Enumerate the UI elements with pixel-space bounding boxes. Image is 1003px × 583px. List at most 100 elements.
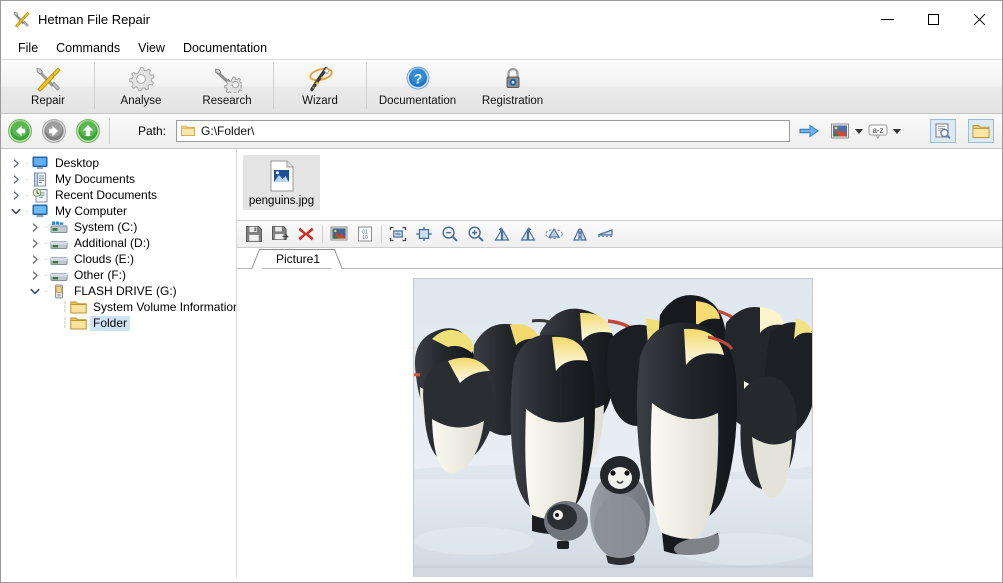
actual-size-button[interactable]	[411, 223, 437, 245]
system-drive-icon	[50, 219, 68, 235]
path-input[interactable]: G:\Folder\	[176, 120, 790, 142]
hex-view-button[interactable]: 01 10	[352, 223, 378, 245]
back-button[interactable]	[5, 116, 35, 146]
toolbar-documentation-button[interactable]: ? Documentation	[370, 60, 465, 111]
folder-tree[interactable]: ·Desktop·My Documents·Recent Documents·M…	[1, 149, 237, 577]
tree-item-recent-documents[interactable]: ·Recent Documents	[1, 187, 236, 203]
window-title: Hetman File Repair	[38, 12, 150, 27]
tab-picture1-label: Picture1	[276, 252, 320, 266]
rotate-right-icon	[519, 226, 537, 242]
menu-file[interactable]: File	[9, 38, 47, 58]
tree-item-folder[interactable]: ┆Folder	[1, 315, 236, 331]
close-button[interactable]	[956, 1, 1002, 37]
chevron-right-icon[interactable]	[28, 219, 42, 235]
chevron-right-icon[interactable]	[28, 251, 42, 267]
rotate-left-button[interactable]	[489, 223, 515, 245]
tree-connector: ·	[42, 251, 50, 267]
tree-item-desktop[interactable]: ·Desktop	[1, 155, 236, 171]
chevron-right-icon[interactable]	[9, 155, 23, 171]
picture-view-icon	[330, 226, 348, 242]
usb-drive-icon	[50, 283, 68, 299]
fit-to-window-button[interactable]	[385, 223, 411, 245]
main-toolbar: Repair Analyse	[1, 59, 1002, 114]
menu-view[interactable]: View	[129, 38, 174, 58]
tree-item-system-volume-information[interactable]: ┆System Volume Information	[1, 299, 236, 315]
toolbar-separator	[94, 62, 95, 109]
tree-item-label: Other (F:)	[71, 268, 129, 283]
toolbar-separator	[366, 62, 367, 109]
folder-icon	[69, 299, 87, 315]
view-mode-dropdown[interactable]	[852, 119, 866, 143]
folder-pane-toggle[interactable]	[968, 119, 994, 143]
tree-item-label: Clouds (E:)	[71, 252, 137, 267]
tree-connector: ·	[42, 235, 50, 251]
back-arrow-icon	[7, 118, 33, 144]
tree-item-system-c[interactable]: ·System (C:)	[1, 219, 236, 235]
toolbar-separator	[273, 62, 274, 109]
save-as-button[interactable]	[267, 223, 293, 245]
image-view-button[interactable]	[326, 223, 352, 245]
chevron-right-icon[interactable]	[9, 171, 23, 187]
delete-button[interactable]	[293, 223, 319, 245]
tree-connector: ·	[42, 283, 50, 299]
chevron-right-icon[interactable]	[9, 187, 23, 203]
tree-item-my-computer[interactable]: · My Computer	[1, 203, 236, 219]
tree-connector: ┆	[61, 315, 69, 331]
file-item-penguins[interactable]: penguins.jpg	[243, 155, 320, 210]
floppy-save-as-icon	[271, 225, 289, 243]
menu-documentation[interactable]: Documentation	[174, 38, 276, 58]
preview-tabs: Picture1	[237, 248, 1002, 269]
toolbar-repair-button[interactable]: Repair	[5, 60, 91, 111]
svg-text:?: ?	[413, 71, 422, 87]
tree-item-label: System Volume Information	[90, 300, 237, 315]
toolbar-registration-label: Registration	[482, 95, 543, 107]
up-button[interactable]	[73, 116, 103, 146]
forward-arrow-icon	[41, 118, 67, 144]
flip-button[interactable]	[541, 223, 567, 245]
question-mark-icon: ?	[403, 64, 433, 94]
tree-item-other-f[interactable]: ·Other (F:)	[1, 267, 236, 283]
image-file-icon	[267, 159, 297, 193]
preview-pane-toggle[interactable]	[930, 119, 956, 143]
hex-view-icon: 01 10	[357, 226, 373, 242]
toolbar-research-button[interactable]: Research	[184, 60, 270, 111]
go-button[interactable]	[794, 122, 824, 140]
chevron-right-icon[interactable]	[28, 267, 42, 283]
tree-item-my-documents[interactable]: ·My Documents	[1, 171, 236, 187]
tree-item-flash-drive-g[interactable]: ·FLASH DRIVE (G:)	[1, 283, 236, 299]
image-preview-pane[interactable]	[237, 269, 1002, 577]
tree-item-label: My Computer	[52, 204, 130, 219]
chevron-down-icon[interactable]	[28, 283, 42, 299]
toolbar-wizard-label: Wizard	[302, 95, 338, 107]
minimize-button[interactable]	[864, 1, 910, 37]
maximize-button[interactable]	[910, 1, 956, 37]
toolbar-analyse-label: Analyse	[121, 95, 162, 107]
view-mode-button[interactable]	[828, 119, 852, 143]
zoom-in-button[interactable]	[463, 223, 489, 245]
chevron-right-icon[interactable]	[28, 235, 42, 251]
pathbar-separator	[109, 118, 110, 144]
tree-item-additional-d[interactable]: · Additional (D:)	[1, 235, 236, 251]
toolbar-wizard-button[interactable]: Wizard	[277, 60, 363, 111]
chevron-down-icon[interactable]	[9, 203, 23, 219]
zoom-out-button[interactable]	[437, 223, 463, 245]
tree-item-clouds-e[interactable]: · Clouds (E:)	[1, 251, 236, 267]
tree-item-label: Additional (D:)	[71, 236, 153, 251]
save-button[interactable]	[241, 223, 267, 245]
actual-size-icon	[415, 226, 433, 242]
forward-button[interactable]	[39, 116, 69, 146]
menu-commands[interactable]: Commands	[47, 38, 129, 58]
mirror-vertical-button[interactable]	[567, 223, 593, 245]
toolbar-registration-button[interactable]: Registration	[465, 60, 560, 111]
toolbar-analyse-button[interactable]: Analyse	[98, 60, 184, 111]
preview-pane-icon	[934, 122, 952, 140]
rotate-right-button[interactable]	[515, 223, 541, 245]
sort-dropdown[interactable]	[890, 119, 904, 143]
tree-connector: ·	[23, 203, 31, 219]
tab-picture1[interactable]: Picture1	[261, 249, 333, 268]
tree-item-label: Desktop	[52, 156, 102, 171]
mirror-horizontal-button[interactable]	[593, 223, 619, 245]
path-bar: Path: G:\Folder\	[1, 114, 1002, 149]
file-list[interactable]: penguins.jpg	[237, 149, 1002, 221]
sort-button[interactable]: a-z	[866, 119, 890, 143]
